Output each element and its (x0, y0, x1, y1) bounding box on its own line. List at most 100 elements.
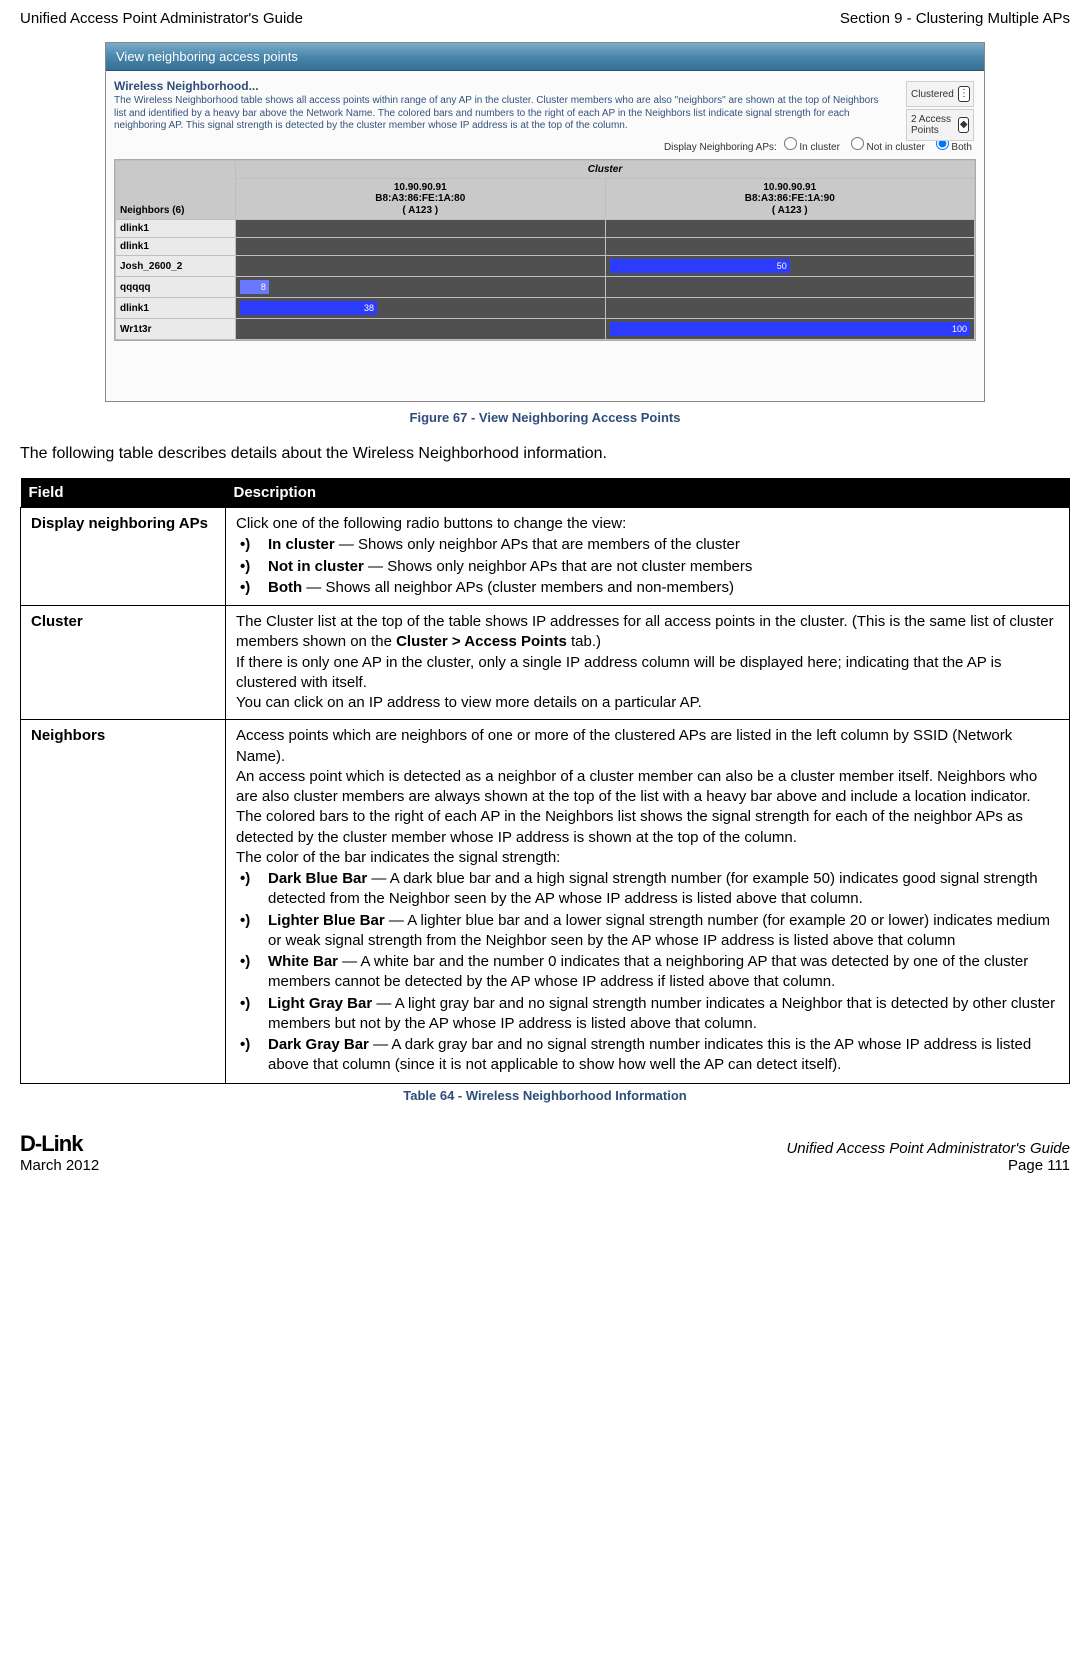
table-row: Neighbors Access points which are neighb… (21, 720, 1070, 1083)
page-number: Page 111 (786, 1157, 1070, 1174)
list-item: White Bar — A white bar and the number 0… (254, 952, 1059, 993)
ap-icon: ◆ (958, 117, 969, 133)
list-item: Light Gray Bar — A light gray bar and no… (254, 994, 1059, 1035)
desc-text: The colored bars to the right of each AP… (236, 808, 1023, 845)
cluster-col-2[interactable]: 10.90.90.91B8:A3:86:FE:1A:90( A123 ) (605, 178, 975, 220)
field-name: Cluster (21, 606, 226, 720)
ap-count-label: 2 Access Points (911, 114, 954, 136)
ap-count-indicator: 2 Access Points ◆ (906, 109, 974, 141)
field-desc: Click one of the following radio buttons… (226, 508, 1070, 606)
radio-in-cluster[interactable]: In cluster (784, 142, 840, 153)
col-description: Description (226, 478, 1070, 508)
term-desc: — Shows only neighbor APs that are not c… (364, 558, 753, 575)
footer-title: Unified Access Point Administrator's Gui… (786, 1140, 1070, 1157)
bold-term: Not in cluster (268, 558, 364, 575)
cluster-side-panel: Clustered ⋮ 2 Access Points ◆ (906, 81, 974, 141)
radio-both[interactable]: Both (936, 142, 972, 153)
col1-loc: ( A123 ) (402, 205, 438, 216)
filter-row: Display Neighboring APs: In cluster Not … (114, 133, 976, 159)
col2-mac: B8:A3:86:FE:1A:90 (745, 193, 835, 204)
row-label: qqqqq (116, 277, 236, 298)
bold-term: In cluster (268, 536, 335, 553)
bold-term: Lighter Blue Bar (268, 912, 385, 929)
table-row: Display neighboring APs Click one of the… (21, 508, 1070, 606)
list-item: Not in cluster — Shows only neighbor APs… (254, 557, 1059, 577)
signal-cell (605, 220, 975, 238)
bold-term: Light Gray Bar (268, 995, 372, 1012)
table-row: Cluster The Cluster list at the top of t… (21, 606, 1070, 720)
desc-text: Click one of the following radio buttons… (236, 515, 626, 532)
signal-cell (605, 238, 975, 256)
cluster-header: Cluster (236, 160, 975, 178)
signal-bar: 38 (240, 301, 377, 315)
bold-term: White Bar (268, 953, 338, 970)
signal-cell: 38 (236, 298, 606, 319)
table-row: dlink1 38 (116, 298, 975, 319)
radio-not-in-cluster-label: Not in cluster (867, 142, 925, 153)
row-label: dlink1 (116, 220, 236, 238)
neighbors-table: Neighbors (6) Cluster 10.90.90.91B8:A3:8… (114, 159, 976, 342)
header-left: Unified Access Point Administrator's Gui… (20, 10, 303, 27)
row-label: Wr1t3r (116, 319, 236, 340)
dlink-logo: D-Link (20, 1131, 99, 1157)
row-label: Josh_2600_2 (116, 256, 236, 277)
window-title: View neighboring access points (106, 43, 984, 71)
signal-cell: 50 (605, 256, 975, 277)
signal-bar: 50 (610, 259, 790, 273)
footer-right: Unified Access Point Administrator's Gui… (786, 1140, 1070, 1174)
term-desc: — Shows all neighbor APs (cluster member… (302, 579, 734, 596)
signal-cell (605, 277, 975, 298)
term-desc: — A lighter blue bar and a lower signal … (268, 912, 1050, 949)
table-caption: Table 64 - Wireless Neighborhood Informa… (20, 1088, 1070, 1103)
table-row: dlink1 (116, 238, 975, 256)
col-field: Field (21, 478, 226, 508)
footer-date: March 2012 (20, 1157, 99, 1174)
neighbors-header: Neighbors (6) (116, 160, 236, 220)
list-item: Lighter Blue Bar — A lighter blue bar an… (254, 911, 1059, 952)
bold-term: Dark Gray Bar (268, 1036, 369, 1053)
desc-text: The color of the bar indicates the signa… (236, 849, 560, 866)
footer-left: D-Link March 2012 (20, 1131, 99, 1174)
section-heading: Wireless Neighborhood... (114, 79, 976, 93)
bold-term: Both (268, 579, 302, 596)
cluster-col-1[interactable]: 10.90.90.91B8:A3:86:FE:1A:80( A123 ) (236, 178, 606, 220)
table-row: Josh_2600_2 50 (116, 256, 975, 277)
desc-text: Access points which are neighbors of one… (236, 727, 1012, 764)
bold-term: Dark Blue Bar (268, 870, 367, 887)
list-item: In cluster — Shows only neighbor APs tha… (254, 535, 1059, 555)
radio-not-in-cluster[interactable]: Not in cluster (851, 142, 925, 153)
term-desc: — Shows only neighbor APs that are membe… (335, 536, 740, 553)
bold-term: Cluster > Access Points (396, 633, 567, 650)
row-label: dlink1 (116, 298, 236, 319)
list-item: Dark Blue Bar — A dark blue bar and a hi… (254, 869, 1059, 910)
col2-loc: ( A123 ) (772, 205, 808, 216)
field-desc: The Cluster list at the top of the table… (226, 606, 1070, 720)
header-right: Section 9 - Clustering Multiple APs (840, 10, 1070, 27)
col1-mac: B8:A3:86:FE:1A:80 (375, 193, 465, 204)
signal-bar: 100 (610, 322, 971, 336)
filter-label: Display Neighboring APs: (664, 142, 777, 153)
desc-text: An access point which is detected as a n… (236, 768, 1037, 805)
desc-text: You can click on an IP address to view m… (236, 694, 702, 711)
col1-ip: 10.90.90.91 (394, 182, 447, 193)
signal-cell: 8 (236, 277, 606, 298)
signal-cell (236, 238, 606, 256)
term-desc: — A light gray bar and no signal strengt… (268, 995, 1055, 1032)
cluster-icon: ⋮ (958, 86, 970, 102)
lead-paragraph: The following table describes details ab… (20, 445, 1070, 463)
page-footer: D-Link March 2012 Unified Access Point A… (20, 1131, 1070, 1174)
desc-text: If there is only one AP in the cluster, … (236, 654, 1001, 691)
term-desc: — A white bar and the number 0 indicates… (268, 953, 1028, 990)
signal-cell: 100 (605, 319, 975, 340)
clustered-label: Clustered (911, 89, 954, 100)
clustered-indicator: Clustered ⋮ (906, 81, 974, 107)
table-row: Wr1t3r 100 (116, 319, 975, 340)
radio-both-label: Both (951, 142, 972, 153)
signal-cell (236, 256, 606, 277)
col2-ip: 10.90.90.91 (763, 182, 816, 193)
page-header: Unified Access Point Administrator's Gui… (20, 10, 1070, 27)
signal-cell (236, 319, 606, 340)
desc-text: tab.) (567, 633, 601, 650)
signal-cell (605, 298, 975, 319)
table-row: qqqqq8 (116, 277, 975, 298)
